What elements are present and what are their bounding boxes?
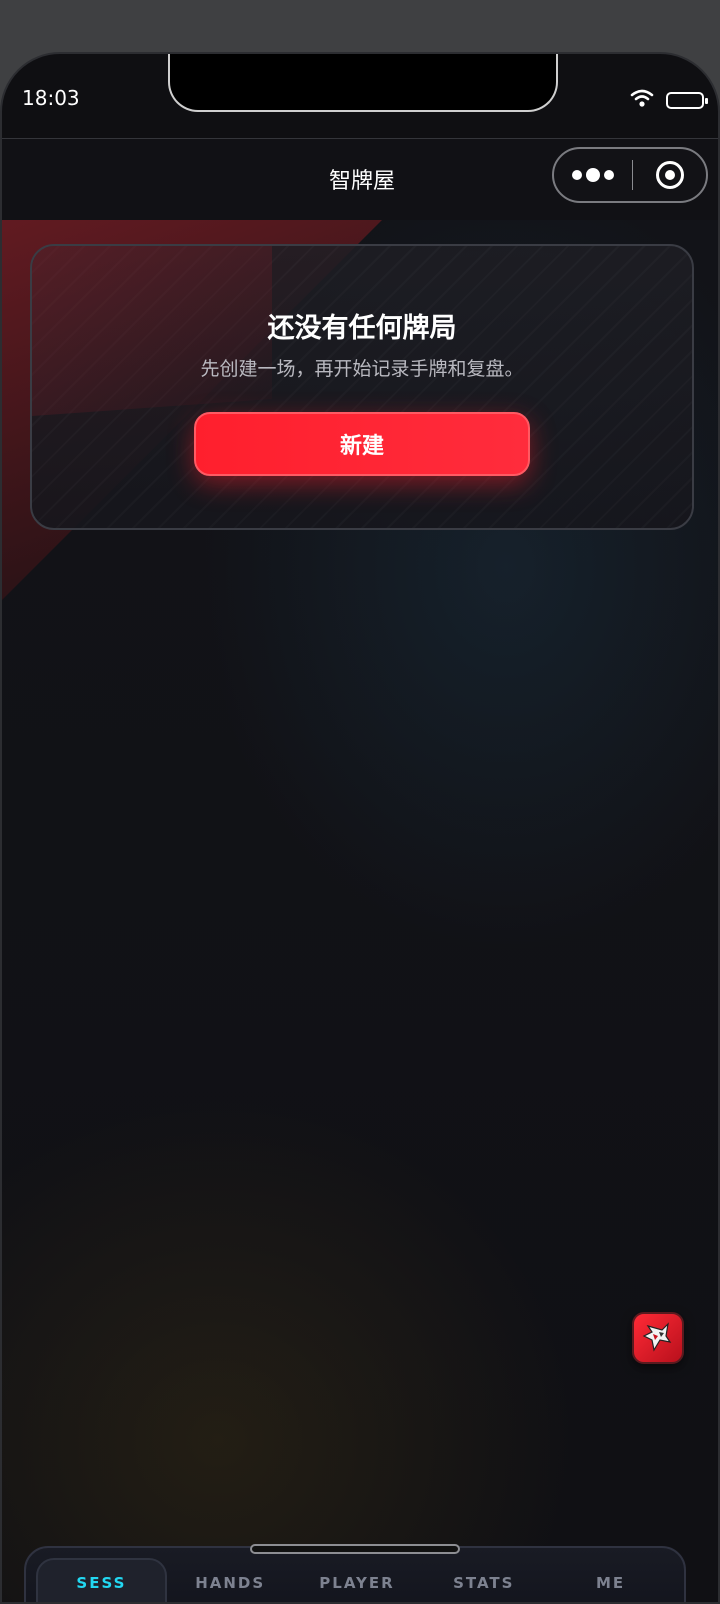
phone-frame: 18:03 智牌屋 还没有任何牌局 先创建一场，再开始记录手牌和复盘。 新建 S…	[0, 52, 720, 1604]
tab-code: HANDS	[195, 1574, 266, 1592]
battery-icon	[666, 91, 708, 109]
tab-me[interactable]: ME 我的	[547, 1558, 674, 1602]
empty-state-subtitle: 先创建一场，再开始记录手牌和复盘。	[200, 358, 524, 380]
tab-sessions[interactable]: SESS 场次	[36, 1558, 167, 1602]
tab-stats[interactable]: STATS 统计	[420, 1558, 547, 1602]
close-mini-program-icon[interactable]	[633, 161, 706, 189]
home-indicator	[250, 1544, 460, 1554]
tab-players[interactable]: PLAYER 玩家	[294, 1558, 421, 1602]
tab-label: 手牌	[209, 1600, 251, 1602]
tab-code: ME	[595, 1574, 626, 1592]
notch	[168, 54, 558, 112]
tab-code: STATS	[453, 1574, 515, 1592]
tab-hands[interactable]: HANDS 手牌	[167, 1558, 294, 1602]
nav-bar: 智牌屋	[2, 138, 718, 221]
status-time: 18:03	[22, 86, 80, 110]
new-session-button[interactable]: 新建	[194, 412, 530, 476]
tab-label: 场次	[80, 1600, 122, 1602]
status-icons	[630, 88, 708, 112]
tab-label: 统计	[463, 1600, 505, 1602]
more-icon[interactable]	[554, 168, 632, 182]
main-content: 还没有任何牌局 先创建一场，再开始记录手牌和复盘。 新建 SESS 场次 HAN…	[2, 220, 718, 1602]
empty-state-title: 还没有任何牌局	[267, 313, 457, 344]
tab-label: 我的	[590, 1600, 632, 1602]
tab-code: SESS	[76, 1574, 127, 1592]
mini-program-capsule	[552, 147, 708, 203]
tab-label: 玩家	[336, 1600, 378, 1602]
tab-code: PLAYER	[319, 1574, 395, 1592]
bottom-tab-bar: SESS 场次 HANDS 手牌 PLAYER 玩家 STATS 统计 ME 我…	[24, 1546, 686, 1602]
floating-assistant-icon[interactable]	[632, 1312, 684, 1364]
empty-state-card: 还没有任何牌局 先创建一场，再开始记录手牌和复盘。 新建	[30, 244, 694, 530]
wifi-icon	[630, 88, 654, 112]
